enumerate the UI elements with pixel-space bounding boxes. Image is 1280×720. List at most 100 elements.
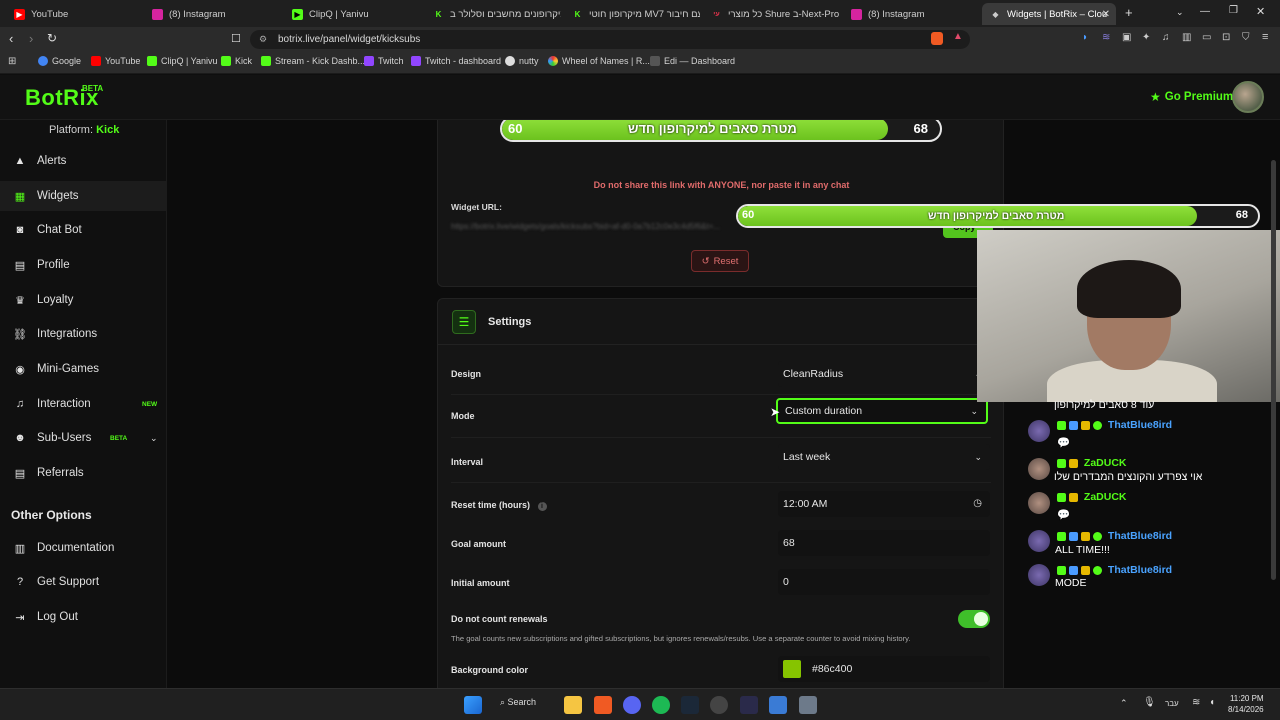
browser-tab[interactable]: ▶ ClipQ | Yanivu [284,3,422,25]
discord-icon[interactable] [623,696,641,714]
brave-rewards-icon[interactable]: ▲ [953,31,963,42]
tab-list-icon[interactable]: ⌄ [1176,7,1184,18]
sidebar-item-chat-bot[interactable]: ◙ Chat Bot [0,215,166,245]
initial-amount-field[interactable]: 0 [778,569,990,595]
bookmark-item[interactable]: YouTube [91,56,140,66]
reset-time-field[interactable]: 12:00 AM ◷ [778,491,990,517]
taskbar-clock[interactable]: 11:20 PM 8/14/2026 [1228,693,1264,715]
design-select[interactable]: CleanRadius⌄ [778,361,990,387]
obs-icon[interactable] [710,696,728,714]
site-info-icon[interactable]: ⚙ [259,30,267,49]
browser-tab[interactable]: ▶ YouTube [6,3,136,25]
bookmark-item[interactable]: Edi — Dashboard [650,56,735,66]
maximize-icon[interactable]: ❐ [1229,5,1238,16]
sidebar-item-integrations[interactable]: ⛓ Integrations [0,319,166,349]
sidebar-item-sub-users[interactable]: ☻ Sub-Users BETA ⌄ [0,423,166,453]
spotify-icon[interactable] [652,696,670,714]
beta-tag: BETA [110,434,128,442]
bookmark-item[interactable]: ClipQ | Yanivu [147,56,218,66]
background-color-field[interactable]: #86c400 [778,656,990,682]
shield-icon[interactable]: ⛉ [1242,32,1250,43]
sidebar-item-alerts[interactable]: ▲ Alerts [0,146,166,176]
forward-icon[interactable]: › [29,31,33,46]
volume-icon[interactable]: ◖ [1209,697,1215,708]
sidebar-item-loyalty[interactable]: ♛ Loyalty [0,285,166,315]
url-field[interactable]: ⚙ botrix.live/panel/widget/kicksubs [250,30,970,49]
instagram-icon [152,8,163,20]
sidebar-item-referrals[interactable]: ▤ Referrals [0,458,166,488]
color-swatch[interactable] [783,660,801,678]
goal-amount-field[interactable]: 68 [778,530,990,556]
app-icon[interactable] [740,696,758,714]
close-tab-icon[interactable]: ✕ [1102,9,1110,20]
browser-tab[interactable]: K מיקרופונים מחשבים וסלולר ב [425,3,561,25]
overlay-total-value: 68 [1235,209,1248,221]
browser-tab[interactable]: עי כל מוצרי Shure ב-Next-Pro [703,3,841,25]
wallet-icon[interactable]: ▭ [1202,32,1211,43]
puzzle-icon[interactable]: ✦ [1142,32,1150,43]
browser-tab[interactable]: K מיקרופון חוטי MV7 עם חיבור [564,3,700,25]
app-icon[interactable] [769,696,787,714]
bookmark-item[interactable]: Kick [221,56,252,66]
vpn-icon[interactable]: ⊡ [1222,32,1230,43]
brave-browser-icon[interactable] [594,696,612,714]
new-tab-icon[interactable]: + [1125,5,1133,20]
youtube-icon [91,56,101,66]
bookmark-item[interactable]: Twitch - dashboard [411,56,501,66]
brave-shield-icon[interactable] [931,32,943,45]
sidebar-item-widgets[interactable]: ▦ Widgets [0,181,166,211]
browser-tab[interactable]: (8) Instagram [144,3,280,25]
info-icon[interactable]: i [537,502,547,511]
user-avatar[interactable] [1232,81,1264,113]
bookmark-item[interactable]: Google [38,56,81,66]
bookmark-icon[interactable]: ☐ [231,32,241,45]
translate-icon[interactable]: ≋ [1102,32,1110,43]
extension-icon[interactable]: ◗ [1082,32,1088,43]
reload-icon[interactable]: ↻ [47,31,57,45]
apps-grid-icon[interactable]: ⊞ [8,56,16,67]
sidebar-icon[interactable]: ▥ [1182,32,1191,43]
bookmark-item[interactable]: Twitch [364,56,404,66]
renewals-toggle[interactable] [958,610,990,628]
sidebar-item-get-support[interactable]: ? Get Support [0,567,166,597]
gamepad-icon: ◉ [15,363,25,376]
sidebar-item-log-out[interactable]: ⇥ Log Out [0,602,166,632]
minimize-icon[interactable]: — [1200,6,1210,17]
bookmark-item[interactable]: Wheel of Names | R... [548,56,650,66]
settings-panel: ☰ Settings Design CleanRadius⌄ Mode Cust… [437,298,1005,688]
sidebar-item-interaction[interactable]: ♫ Interaction NEW [0,389,166,419]
calculator-icon[interactable] [799,696,817,714]
kick-icon [221,56,231,66]
go-premium-button[interactable]: ★ Go Premium [1150,90,1233,104]
tray-expand-icon[interactable]: ⌃ [1120,698,1128,709]
extension-icon[interactable]: ▣ [1122,32,1131,43]
taskbar-search[interactable]: ⌕ Search [500,697,536,708]
music-icon[interactable]: ♫ [1162,32,1170,43]
reset-button[interactable]: ↺ Reset [691,250,749,272]
chevron-down-icon[interactable]: ⌄ [150,433,158,444]
sidebar-item-profile[interactable]: ▤ Profile [0,250,166,280]
back-icon[interactable]: ‹ [9,31,13,46]
language-indicator[interactable]: עבר [1165,699,1179,708]
browser-tab[interactable]: (8) Instagram [843,3,981,25]
mode-select[interactable]: Custom duration ⌄ [776,398,988,424]
page-scrollbar[interactable] [1271,160,1276,580]
mode-label: Mode [451,411,475,421]
close-window-icon[interactable]: ✕ [1256,5,1265,18]
bookmark-item[interactable]: nutty [505,56,539,66]
windows-start-icon[interactable] [464,696,482,714]
interval-select[interactable]: Last week ⌄ [778,444,990,470]
steam-icon[interactable] [681,696,699,714]
file-explorer-icon[interactable] [564,696,582,714]
botrix-icon: ◆ [992,9,999,19]
sidebar-item-mini-games[interactable]: ◉ Mini-Games [0,354,166,384]
bookmark-item[interactable]: Stream - Kick Dashb... [261,56,365,66]
microphone-icon[interactable]: 🎙 [1143,697,1156,708]
menu-icon[interactable]: ≡ [1262,31,1268,43]
browser-tab-active[interactable]: ◆ Widgets | BotRix – Cloud ✕ [982,3,1116,25]
wifi-icon[interactable]: ≋ [1192,697,1200,708]
clock-icon[interactable]: ◷ [973,491,982,517]
trophy-icon: ♛ [15,294,25,307]
sidebar-item-documentation[interactable]: ▥ Documentation [0,533,166,563]
platform-indicator: Platform: Kick [49,124,120,136]
